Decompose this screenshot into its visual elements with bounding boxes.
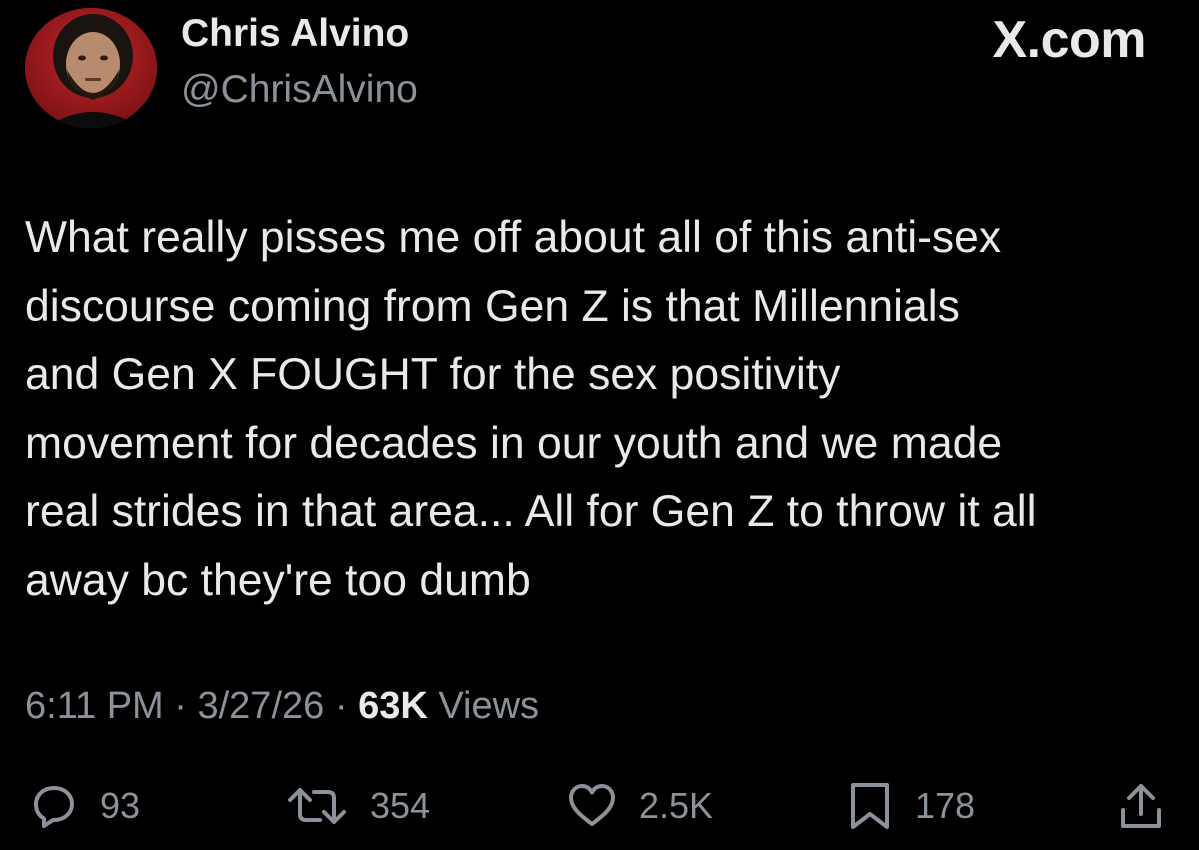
meta-separator: · <box>163 685 198 727</box>
profile-photo-icon <box>25 8 157 128</box>
tweet-card: Chris Alvino @ChrisAlvino X.com What rea… <box>0 0 1199 850</box>
reply-icon <box>34 786 74 828</box>
bookmark-button[interactable]: 178 <box>847 776 975 836</box>
tweet-text: What really pisses me off about all of t… <box>25 213 1037 605</box>
views-label: Views <box>427 685 540 727</box>
retweet-icon <box>288 788 346 824</box>
author-display-name[interactable]: Chris Alvino <box>181 12 409 56</box>
meta-separator: · <box>324 685 359 727</box>
bookmark-count: 178 <box>915 785 976 826</box>
share-button[interactable] <box>1117 776 1165 836</box>
bookmark-icon <box>851 783 889 829</box>
brand-logo: X.com <box>992 11 1146 69</box>
action-bar: 93 354 2.5K 178 <box>0 776 1199 836</box>
heart-icon <box>569 784 615 826</box>
reply-count: 93 <box>100 785 141 826</box>
views-count: 63K <box>358 685 428 727</box>
tweet-time[interactable]: 6:11 PM <box>25 685 164 727</box>
avatar[interactable] <box>25 8 157 128</box>
like-button[interactable]: 2.5K <box>567 776 713 836</box>
share-icon <box>1121 784 1161 828</box>
author-handle[interactable]: @ChrisAlvino <box>181 68 418 112</box>
reply-button[interactable]: 93 <box>30 776 140 836</box>
retweet-count: 354 <box>370 785 431 826</box>
retweet-button[interactable]: 354 <box>286 776 430 836</box>
like-count: 2.5K <box>639 785 714 826</box>
tweet-date[interactable]: 3/27/26 <box>197 685 324 727</box>
tweet-meta: 6:11 PM · 3/27/26 · 63K Views <box>25 685 539 728</box>
